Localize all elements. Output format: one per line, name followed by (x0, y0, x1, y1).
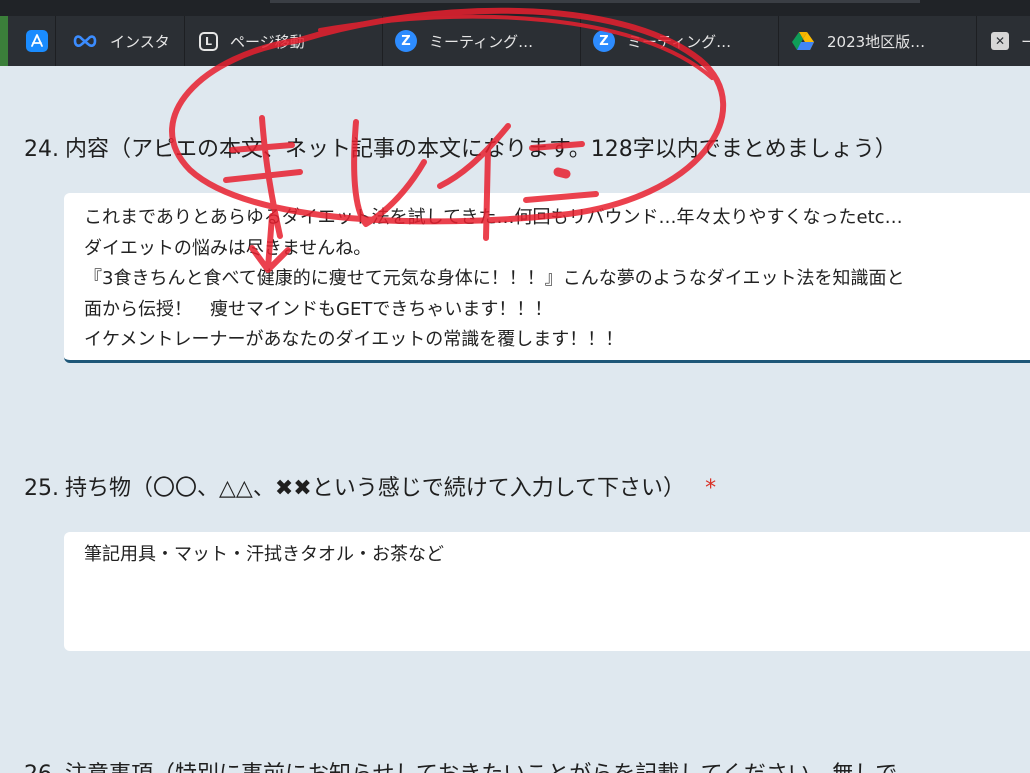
tab-zoom-meeting-2[interactable]: Z ミーティング… (581, 16, 779, 66)
answer-field-25[interactable]: 筆記用具・マット・汗拭きタオル・お茶など (64, 532, 1030, 651)
handwritten-annotation (169, 7, 727, 273)
tab-google-drive[interactable]: 2023地区版… (779, 16, 977, 66)
tab-label: 2023地区版… (827, 32, 926, 51)
tab-page-navigation[interactable]: L ページ移動 (185, 16, 383, 66)
tab-partial[interactable]: ✕ ー (977, 16, 1030, 66)
browser-tab-bar: インスタ L ページ移動 Z ミーティング… Z ミーティング… 2023地区版… (0, 0, 1030, 66)
question-24-title: 24. 内容（アピエの本文、ネット記事の本文になります。128字以内でまとめましょ… (24, 131, 897, 163)
answer-field-24[interactable]: これまでありとあらゆるダイエット法を試してきた…何回もリバウンド…年々太りやすく… (64, 193, 1030, 363)
meta-icon (72, 34, 98, 48)
question-text: 持ち物（〇〇、△△、✖✖という感じで続けて入力して下さい） (65, 476, 686, 501)
tab-instagram[interactable]: インスタ (56, 16, 185, 66)
tab-bar-highlight (270, 0, 920, 3)
tab-bar-top-strip (0, 0, 1030, 16)
zoom-icon: Z (593, 30, 615, 52)
answer-line: イケメントレーナーがあなたのダイエットの常識を覆します！！！ (84, 329, 624, 350)
tab-label: ミーティング… (627, 32, 732, 51)
app-store-icon (26, 30, 48, 52)
question-number: 26. (24, 762, 59, 773)
answer-line: 面から伝授！ 痩せマインドもGETできちゃいます！！！ (84, 298, 553, 320)
answer-line: 『3食きちんと食べて健康的に痩せて元気な身体に！！！』こんな夢のようなダイエット… (84, 268, 905, 289)
tab-zoom-meeting-1[interactable]: Z ミーティング… (383, 16, 581, 66)
tab-app-store[interactable] (8, 16, 56, 66)
tab-label: インスタ (110, 32, 170, 51)
google-drive-icon (791, 31, 815, 52)
question-26-title: 26. 注意事項（特別に事前にお知らせしておきたいことがらを記載してください。無し… (24, 756, 897, 773)
annotation-dot (553, 167, 571, 179)
question-text: 注意事項（特別に事前にお知らせしておきたいことがらを記載してください。無しで (65, 762, 897, 773)
letter-l-icon: L (199, 31, 218, 51)
question-25-title: 25. 持ち物（〇〇、△△、✖✖という感じで続けて入力して下さい） * (24, 470, 716, 502)
zoom-icon: Z (395, 30, 417, 52)
question-text: 内容（アピエの本文、ネット記事の本文になります。128字以内でまとめましょう） (65, 137, 897, 162)
tab-edge-fragment[interactable] (0, 16, 8, 66)
answer-line: 筆記用具・マット・汗拭きタオル・お茶など (84, 544, 444, 565)
answer-line: ダイエットの悩みは尽きませんね。 (84, 237, 372, 259)
tab-label: ページ移動 (230, 32, 305, 51)
answer-line: これまでありとあらゆるダイエット法を試してきた…何回もリバウンド…年々太りやすく… (84, 207, 903, 228)
tab-label: ミーティング… (429, 32, 534, 51)
required-asterisk: * (705, 476, 717, 501)
question-number: 24. (24, 137, 59, 162)
screen: インスタ L ページ移動 Z ミーティング… Z ミーティング… 2023地区版… (0, 0, 1030, 773)
tab-label: ー (1021, 32, 1030, 51)
close-box-icon: ✕ (991, 32, 1009, 50)
question-number: 25. (24, 476, 59, 501)
